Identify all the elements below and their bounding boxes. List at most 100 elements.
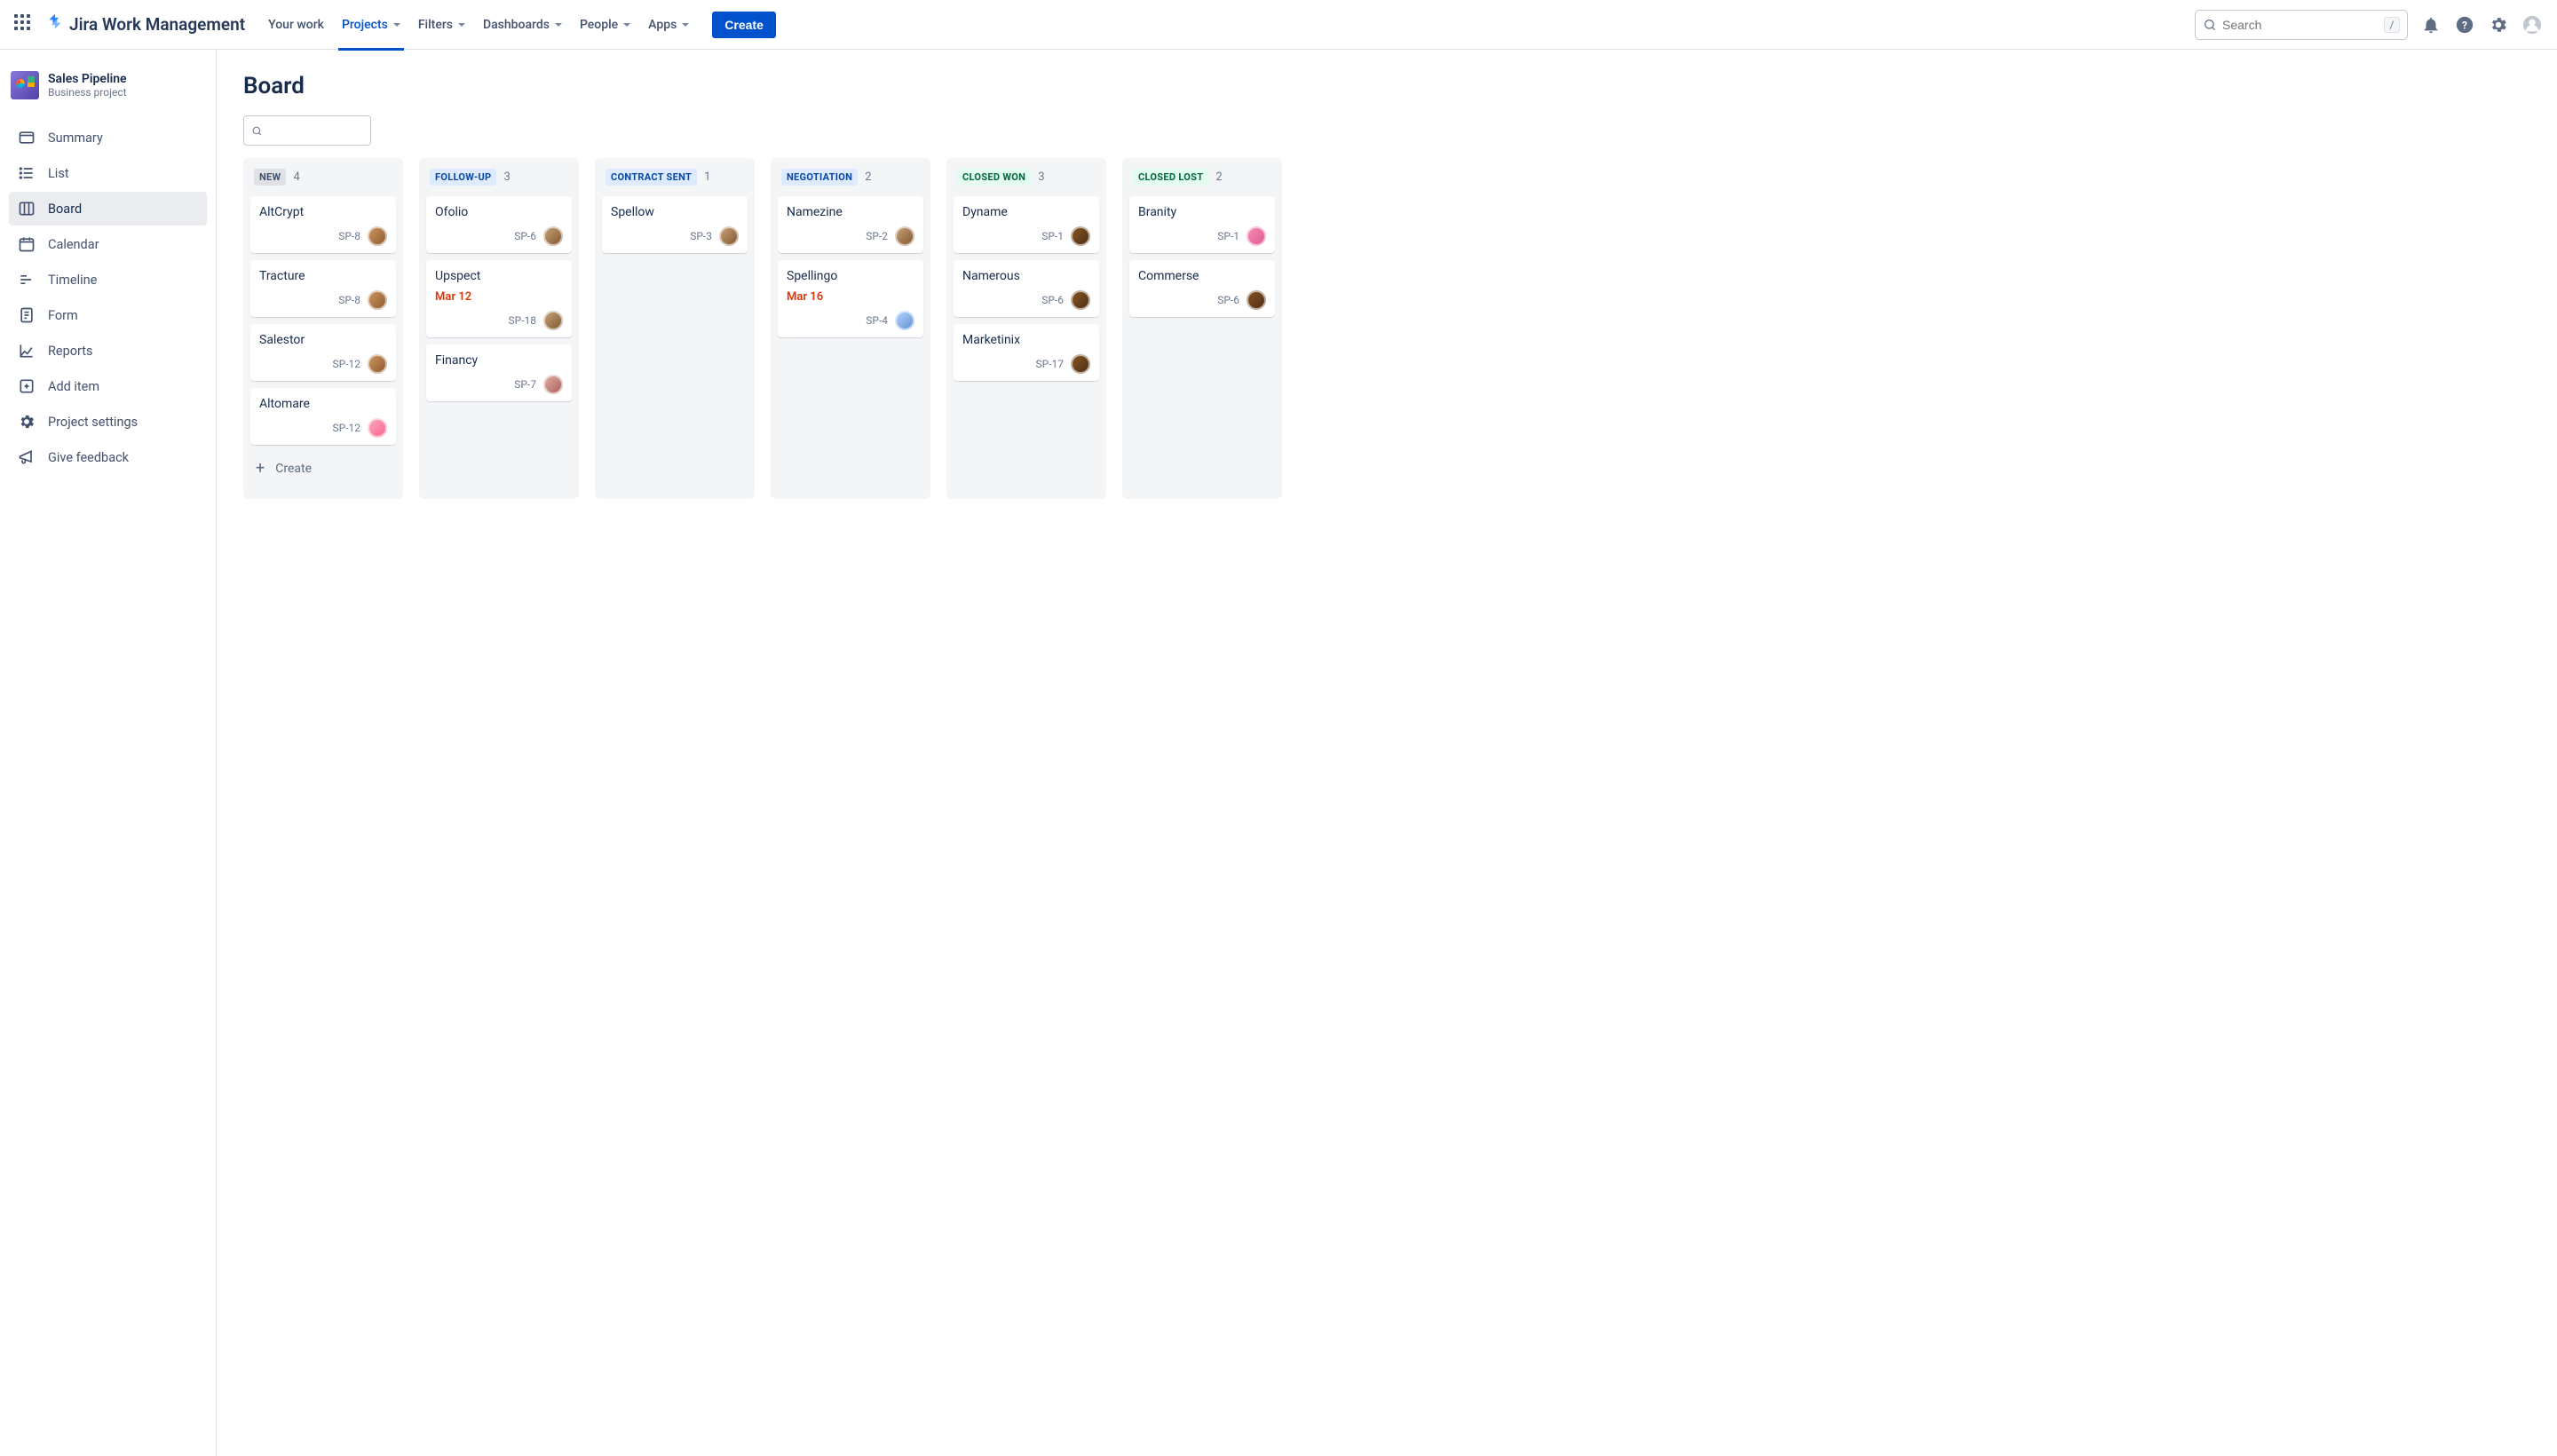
assignee-avatar[interactable]: [719, 226, 739, 246]
sidebar-item-label: Summary: [48, 131, 103, 146]
board-card[interactable]: AltCryptSP-8: [250, 196, 396, 253]
reports-icon: [18, 342, 36, 360]
svg-text:?: ?: [2462, 19, 2467, 31]
settings-icon[interactable]: [2488, 14, 2509, 36]
assignee-avatar[interactable]: [1247, 290, 1266, 310]
create-button[interactable]: Create: [712, 12, 776, 38]
board-card[interactable]: BranitySP-1: [1129, 196, 1275, 253]
project-icon: [11, 71, 39, 99]
nav-your-work[interactable]: Your work: [261, 11, 331, 39]
create-card-button[interactable]: +Create: [250, 452, 396, 482]
sidebar-item-timeline[interactable]: Timeline: [9, 263, 207, 297]
product-logo[interactable]: Jira Work Management: [46, 13, 245, 36]
chevron-down-icon: [458, 23, 465, 27]
card-key: SP-7: [514, 378, 536, 391]
card-title: Financy: [435, 353, 563, 368]
column-header[interactable]: CLOSED LOST2: [1129, 169, 1275, 186]
global-search[interactable]: /: [2195, 10, 2408, 40]
card-due-date: Mar 16: [787, 290, 914, 304]
app-switcher-icon[interactable]: [14, 14, 36, 36]
board-card[interactable]: DynameSP-1: [954, 196, 1099, 253]
assignee-avatar[interactable]: [368, 290, 387, 310]
nav-dashboards[interactable]: Dashboards: [476, 11, 569, 39]
assignee-avatar[interactable]: [368, 354, 387, 374]
card-key: SP-3: [690, 230, 712, 242]
sidebar-item-give-feedback[interactable]: Give feedback: [9, 440, 207, 474]
nav-projects[interactable]: Projects: [335, 11, 408, 39]
project-settings-icon: [18, 413, 36, 431]
sidebar-item-project-settings[interactable]: Project settings: [9, 405, 207, 439]
board-card[interactable]: Namerous SP-6: [954, 260, 1099, 317]
board-card[interactable]: CommerseSP-6: [1129, 260, 1275, 317]
board-card[interactable]: SpellingoMar 16SP-4: [778, 260, 923, 337]
column-title: NEGOTIATION: [781, 169, 858, 186]
project-type: Business project: [48, 86, 127, 99]
card-key: SP-1: [1041, 230, 1064, 242]
assignee-avatar[interactable]: [543, 375, 563, 394]
profile-avatar-icon[interactable]: [2521, 14, 2543, 36]
board-icon: [18, 200, 36, 218]
sidebar-item-form[interactable]: Form: [9, 298, 207, 332]
assignee-avatar[interactable]: [1071, 354, 1090, 374]
nav-filters[interactable]: Filters: [411, 11, 472, 39]
column-closed-won: CLOSED WON3 DynameSP-1 Namerous SP-6 Marketi…: [946, 158, 1106, 499]
assignee-avatar[interactable]: [895, 226, 914, 246]
sidebar-item-list[interactable]: List: [9, 156, 207, 190]
notifications-icon[interactable]: [2420, 14, 2442, 36]
plus-icon: +: [256, 461, 265, 477]
card-title: Upspect: [435, 269, 563, 283]
top-bar: Jira Work Management Your work Projects …: [0, 0, 2557, 50]
project-header[interactable]: Sales Pipeline Business project: [9, 67, 207, 114]
column-header[interactable]: CONTRACT SENT1: [602, 169, 748, 186]
column-header[interactable]: NEGOTIATION2: [778, 169, 923, 186]
assignee-avatar[interactable]: [543, 226, 563, 246]
board-card[interactable]: SalestorSP-12: [250, 324, 396, 381]
assignee-avatar[interactable]: [1071, 226, 1090, 246]
column-title: NEW: [254, 169, 286, 186]
sidebar-item-label: Form: [48, 308, 78, 323]
card-title: Commerse: [1138, 269, 1266, 283]
board-card[interactable]: Marketinix SP-17: [954, 324, 1099, 381]
column-count: 2: [1215, 170, 1222, 184]
board-search-input[interactable]: [268, 123, 363, 138]
board-card[interactable]: SpellowSP-3: [602, 196, 748, 253]
list-icon: [18, 164, 36, 182]
sidebar-item-calendar[interactable]: Calendar: [9, 227, 207, 261]
card-title: Namerous: [962, 269, 1090, 283]
card-title: Marketinix: [962, 333, 1090, 347]
column-header[interactable]: NEW4: [250, 169, 396, 186]
timeline-icon: [18, 271, 36, 289]
board-search[interactable]: [243, 115, 371, 146]
card-key: SP-6: [1041, 294, 1064, 306]
assignee-avatar[interactable]: [368, 418, 387, 438]
board-view: Board NEW4AltCryptSP-8TractureSP-8Salest…: [217, 50, 2557, 1456]
board-card[interactable]: Financy SP-7: [426, 344, 572, 401]
card-due-date: Mar 12: [435, 290, 563, 304]
column-header[interactable]: CLOSED WON3: [954, 169, 1099, 186]
sidebar-item-label: Board: [48, 202, 82, 217]
board-card[interactable]: OfolioSP-6: [426, 196, 572, 253]
card-key: SP-12: [333, 422, 361, 434]
nav-apps[interactable]: Apps: [641, 11, 696, 39]
form-icon: [18, 306, 36, 324]
sidebar-item-add-item[interactable]: Add item: [9, 369, 207, 403]
sidebar-item-reports[interactable]: Reports: [9, 334, 207, 368]
column-header[interactable]: FOLLOW-UP3: [426, 169, 572, 186]
sidebar-item-board[interactable]: Board: [9, 192, 207, 226]
nav-people[interactable]: People: [573, 11, 637, 39]
board-card[interactable]: UpspectMar 12SP-18: [426, 260, 572, 337]
board-card[interactable]: AltomareSP-12: [250, 388, 396, 445]
assignee-avatar[interactable]: [543, 311, 563, 330]
assignee-avatar[interactable]: [368, 226, 387, 246]
search-input[interactable]: [2222, 18, 2384, 32]
card-key: SP-17: [1036, 358, 1065, 370]
help-icon[interactable]: ?: [2454, 14, 2475, 36]
board-card[interactable]: TractureSP-8: [250, 260, 396, 317]
column-new: NEW4 AltCryptSP-8 TractureSP-8 SalestorSP-1…: [243, 158, 403, 499]
column-closed-lost: CLOSED LOST2 BranitySP-1 CommerseSP-6: [1122, 158, 1282, 499]
assignee-avatar[interactable]: [1247, 226, 1266, 246]
board-card[interactable]: NamezineSP-2: [778, 196, 923, 253]
assignee-avatar[interactable]: [895, 311, 914, 330]
assignee-avatar[interactable]: [1071, 290, 1090, 310]
sidebar-item-summary[interactable]: Summary: [9, 121, 207, 154]
